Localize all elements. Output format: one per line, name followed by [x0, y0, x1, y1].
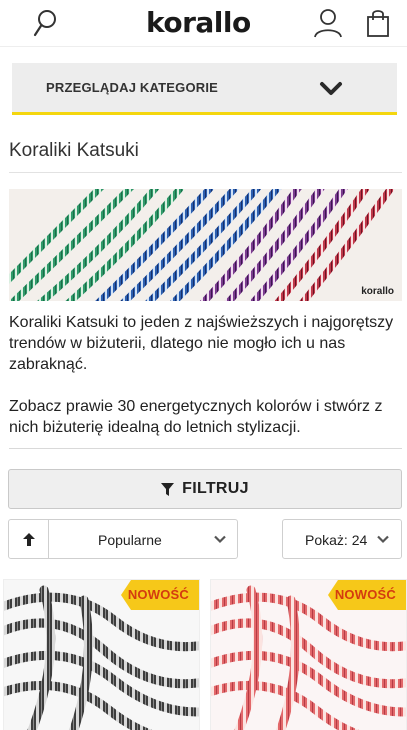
- chevron-down-icon: [214, 535, 226, 544]
- filter-icon: [161, 482, 175, 496]
- filter-label: FILTRUJ: [182, 480, 249, 497]
- search-icon: [33, 10, 56, 37]
- browse-categories-toggle[interactable]: PRZEGLĄDAJ KATEGORIE: [12, 63, 397, 115]
- items-per-page-value: Pokaż: 24: [305, 532, 368, 548]
- browse-categories-label: PRZEGLĄDAJ KATEGORIE: [46, 80, 219, 95]
- arrow-up-icon: [22, 532, 35, 546]
- description-paragraph: Zobacz prawie 30 energetycznych kolorów …: [9, 398, 383, 436]
- logo-text: korallo: [146, 6, 251, 39]
- product-card[interactable]: NOWOŚĆ: [3, 579, 200, 730]
- sort-order-select[interactable]: Popularne: [48, 519, 238, 559]
- new-badge: NOWOŚĆ: [334, 587, 396, 602]
- sort-order-value: Popularne: [98, 532, 162, 548]
- site-header: korallo: [0, 0, 407, 47]
- cart-icon: [367, 10, 389, 37]
- account-button[interactable]: [308, 0, 348, 46]
- chevron-down-icon: [320, 82, 342, 95]
- sort-direction-button[interactable]: [8, 519, 49, 559]
- page-title: Koraliki Katsuki: [9, 140, 139, 161]
- chevron-down-icon: [377, 535, 389, 544]
- user-icon: [314, 9, 342, 38]
- cart-button[interactable]: [360, 0, 396, 46]
- site-logo[interactable]: korallo: [146, 6, 266, 40]
- new-badge: NOWOŚĆ: [127, 587, 189, 602]
- description-paragraph: Koraliki Katsuki to jeden z najświeższyc…: [9, 314, 394, 373]
- items-per-page-select[interactable]: Pokaż: 24: [282, 519, 402, 559]
- category-description: Koraliki Katsuki to jeden z najświeższyc…: [9, 312, 404, 438]
- banner-beads-illustration: [9, 189, 402, 301]
- divider: [9, 172, 402, 173]
- category-banner-image: korallo: [9, 189, 402, 301]
- search-button[interactable]: [28, 0, 64, 46]
- banner-watermark: korallo: [361, 286, 394, 297]
- filter-button[interactable]: FILTRUJ: [8, 469, 402, 509]
- product-card[interactable]: NOWOŚĆ: [210, 579, 407, 730]
- divider: [9, 448, 402, 449]
